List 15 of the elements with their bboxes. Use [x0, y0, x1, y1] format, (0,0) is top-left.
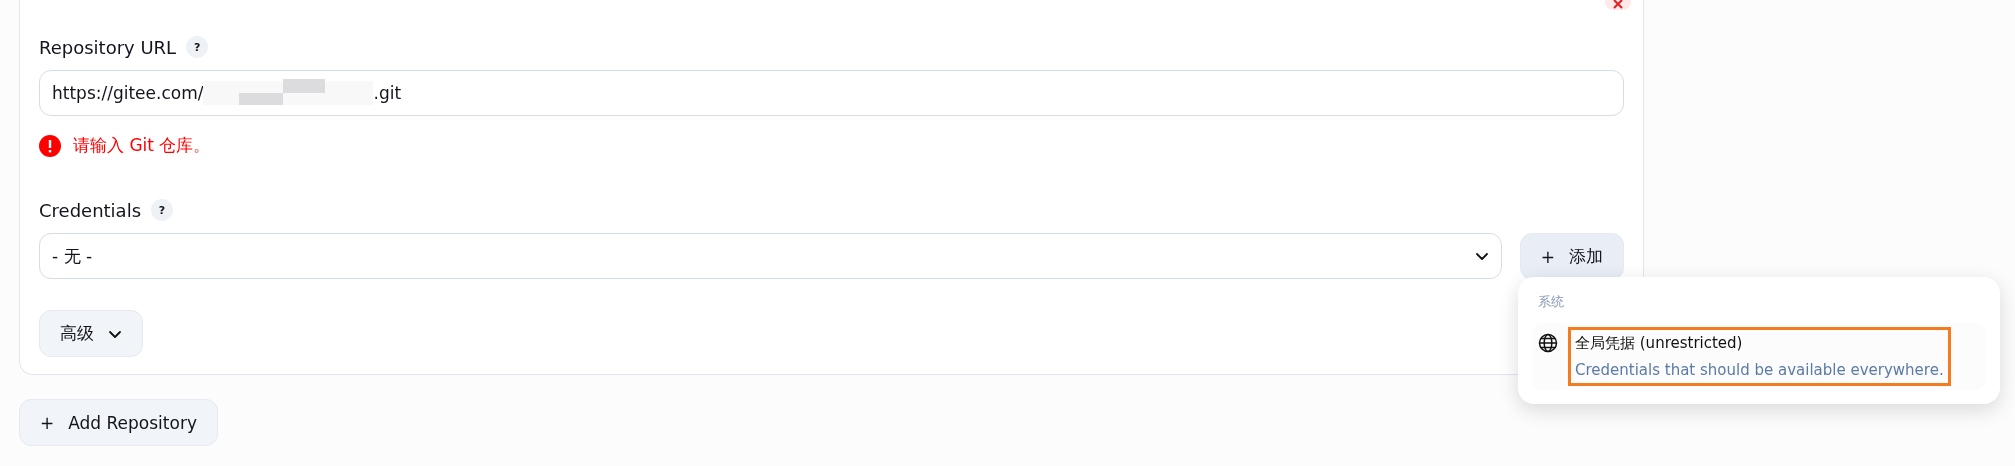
- error-message: 请输入 Git 仓库。: [73, 134, 211, 157]
- credentials-select[interactable]: - 无 -: [39, 233, 1502, 279]
- add-button[interactable]: + 添加: [1519, 233, 1624, 280]
- add-repository-button[interactable]: + Add Repository: [19, 399, 218, 446]
- credential-description: Credentials that should be available everywhere.: [1575, 361, 1944, 379]
- help-badge[interactable]: ?: [151, 199, 174, 221]
- help-badge[interactable]: ?: [186, 36, 209, 58]
- advanced-button[interactable]: 高级: [39, 310, 143, 357]
- error-icon: [39, 134, 61, 157]
- url-field[interactable]: https://gitee.com/ .git: [39, 70, 1624, 116]
- globe-icon: [1538, 333, 1558, 353]
- field-label: Repository URL: [39, 36, 177, 58]
- field-label: Credentials: [39, 199, 142, 221]
- section-header: 系统: [1538, 293, 1565, 311]
- credential-title: 全局凭据 (unrestricted): [1575, 334, 1744, 353]
